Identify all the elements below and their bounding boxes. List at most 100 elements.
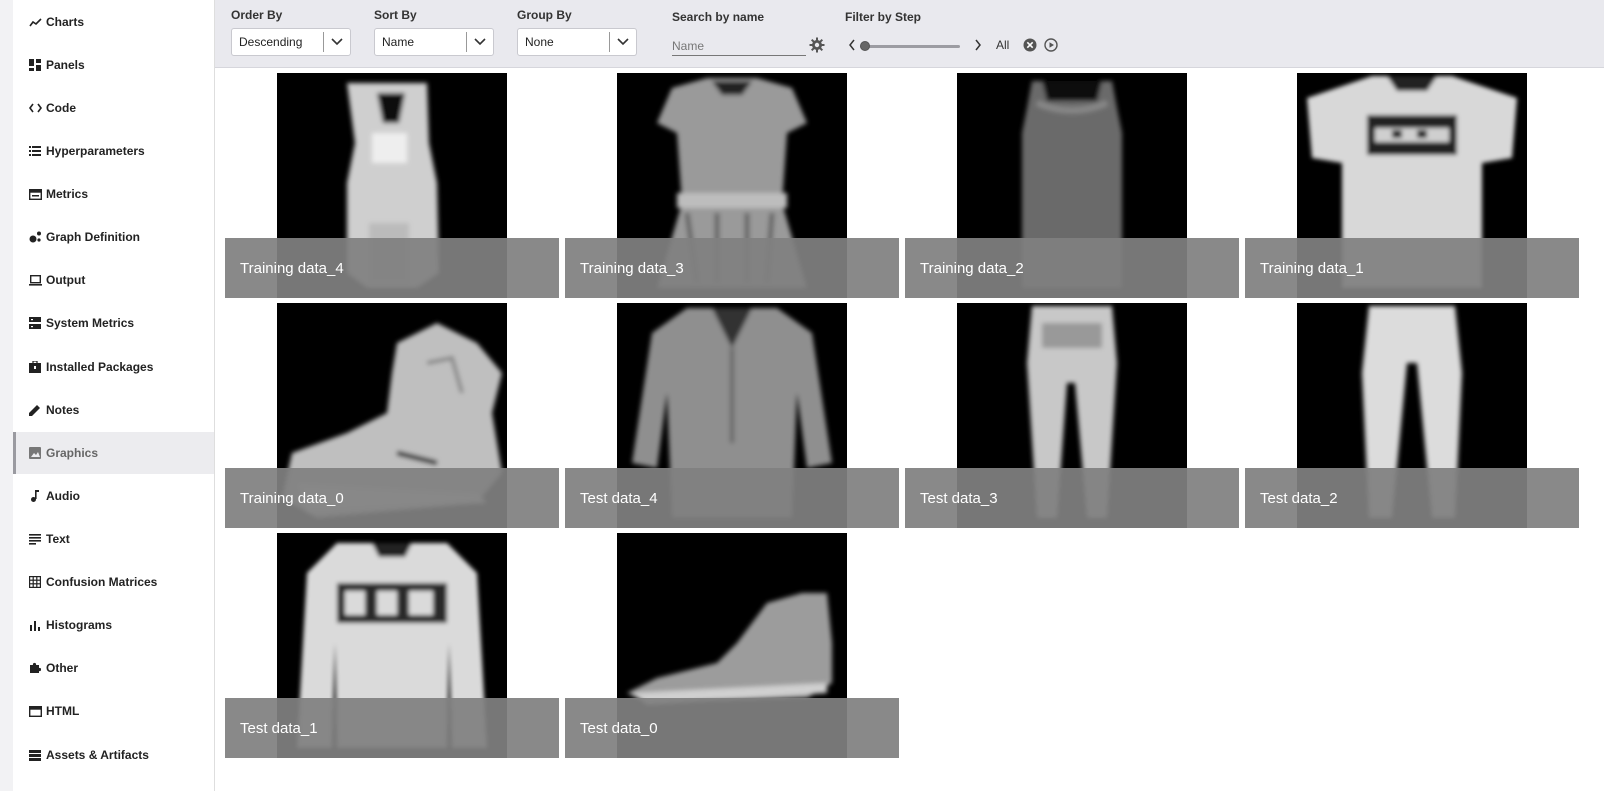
order-by-value: Descending bbox=[239, 35, 303, 49]
gear-icon[interactable] bbox=[809, 37, 825, 53]
image-caption: Training data_4 bbox=[225, 238, 559, 298]
left-edge-strip bbox=[0, 0, 13, 791]
sidebar-item-confusion-matrices[interactable]: Confusion Matrices bbox=[13, 561, 214, 603]
sidebar-item-label: Text bbox=[46, 532, 70, 546]
image-card[interactable]: Training data_2 bbox=[905, 73, 1239, 298]
group-by-select[interactable]: None bbox=[517, 28, 637, 56]
image-caption: Test data_3 bbox=[905, 468, 1239, 528]
sidebar-item-label: Metrics bbox=[46, 187, 89, 201]
sidebar-item-label: Assets & Artifacts bbox=[46, 748, 149, 762]
app-root: Charts Panels Code Hyperparameters Metri… bbox=[0, 0, 1604, 791]
sidebar-item-output[interactable]: Output bbox=[13, 259, 214, 301]
text-lines-icon bbox=[28, 532, 42, 546]
play-circle-icon[interactable] bbox=[1044, 38, 1058, 52]
image-card[interactable]: Test data_2 bbox=[1245, 303, 1579, 528]
sidebar-item-installed-packages[interactable]: Installed Packages bbox=[13, 346, 214, 388]
image-caption: Test data_1 bbox=[225, 698, 559, 758]
sort-by-select[interactable]: Name bbox=[374, 28, 494, 56]
music-note-icon bbox=[28, 489, 42, 503]
list-icon bbox=[28, 144, 42, 158]
sidebar-item-charts[interactable]: Charts bbox=[13, 1, 214, 43]
sidebar-item-histograms[interactable]: Histograms bbox=[13, 604, 214, 646]
line-chart-icon bbox=[28, 15, 42, 29]
filter-by-step-label: Filter by Step bbox=[845, 10, 922, 24]
sidebar-item-html[interactable]: HTML bbox=[13, 690, 214, 732]
sidebar-item-label: Other bbox=[46, 661, 79, 675]
chevron-down-icon bbox=[467, 29, 493, 55]
bar-chart-icon bbox=[28, 618, 42, 632]
group-by-value: None bbox=[525, 35, 554, 49]
step-filter-value: All bbox=[996, 38, 1010, 52]
sidebar-item-graphics[interactable]: Graphics bbox=[13, 432, 214, 474]
grid-table-icon bbox=[28, 575, 42, 589]
sidebar-item-label: Graph Definition bbox=[46, 230, 140, 244]
image-caption: Test data_2 bbox=[1245, 468, 1579, 528]
sidebar-item-system-metrics[interactable]: System Metrics bbox=[13, 302, 214, 344]
sidebar-item-label: Graphics bbox=[46, 446, 99, 460]
clear-circle-icon[interactable] bbox=[1023, 38, 1037, 52]
step-slider-thumb[interactable] bbox=[860, 41, 870, 51]
image-caption: Training data_0 bbox=[225, 468, 559, 528]
sidebar-item-label: Histograms bbox=[46, 618, 113, 632]
order-by-select[interactable]: Descending bbox=[231, 28, 351, 56]
step-slider-track[interactable] bbox=[860, 45, 960, 48]
server-icon bbox=[28, 316, 42, 330]
search-by-name-label: Search by name bbox=[672, 10, 765, 24]
image-card[interactable]: Test data_4 bbox=[565, 303, 899, 528]
gallery-toolbar: Order By Descending Sort By Name Group B… bbox=[215, 0, 1604, 68]
image-caption: Training data_2 bbox=[905, 238, 1239, 298]
chevron-down-icon bbox=[610, 29, 636, 55]
image-caption: Training data_1 bbox=[1245, 238, 1579, 298]
image-card[interactable]: Training data_0 bbox=[225, 303, 559, 528]
image-gallery: Training data_4 Training data_3 Training… bbox=[215, 68, 1604, 791]
image-card[interactable]: Test data_0 bbox=[565, 533, 899, 758]
sidebar-item-notes[interactable]: Notes bbox=[13, 389, 214, 431]
dashboard-icon bbox=[28, 58, 42, 72]
chevron-left-icon[interactable] bbox=[848, 38, 858, 51]
image-card[interactable]: Test data_1 bbox=[225, 533, 559, 758]
sidebar-item-label: System Metrics bbox=[46, 316, 135, 330]
sidebar-item-assets-artifacts[interactable]: Assets & Artifacts bbox=[13, 734, 214, 776]
sidebar-item-metrics[interactable]: Metrics bbox=[13, 173, 214, 215]
sidebar-item-graph-definition[interactable]: Graph Definition bbox=[13, 216, 214, 258]
sidebar-item-label: Hyperparameters bbox=[46, 144, 145, 158]
sidebar-item-panels[interactable]: Panels bbox=[13, 44, 214, 86]
stacked-list-icon bbox=[28, 748, 42, 762]
image-card[interactable]: Training data_1 bbox=[1245, 73, 1579, 298]
sidebar-item-label: Charts bbox=[46, 15, 85, 29]
order-by-label: Order By bbox=[231, 8, 283, 22]
metrics-card-icon bbox=[28, 187, 42, 201]
sidebar-item-label: Notes bbox=[46, 403, 80, 417]
chevron-down-icon bbox=[324, 29, 350, 55]
sidebar-item-label: Panels bbox=[46, 58, 85, 72]
search-input[interactable] bbox=[672, 37, 806, 56]
sidebar-item-label: Output bbox=[46, 273, 86, 287]
image-card[interactable]: Training data_4 bbox=[225, 73, 559, 298]
sort-by-value: Name bbox=[382, 35, 415, 49]
pencil-icon bbox=[28, 403, 42, 417]
sidebar-item-text[interactable]: Text bbox=[13, 518, 214, 560]
sidebar-item-hyperparameters[interactable]: Hyperparameters bbox=[13, 130, 214, 172]
sidebar: Charts Panels Code Hyperparameters Metri… bbox=[13, 0, 215, 791]
package-icon bbox=[28, 360, 42, 374]
chevron-right-icon[interactable] bbox=[974, 38, 984, 51]
image-caption: Test data_0 bbox=[565, 698, 899, 758]
sidebar-item-label: Audio bbox=[46, 489, 80, 503]
laptop-icon bbox=[28, 273, 42, 287]
image-caption: Training data_3 bbox=[565, 238, 899, 298]
sidebar-item-label: Confusion Matrices bbox=[46, 575, 158, 589]
puzzle-icon bbox=[28, 661, 42, 675]
image-card[interactable]: Test data_3 bbox=[905, 303, 1239, 528]
group-by-label: Group By bbox=[517, 8, 572, 22]
sidebar-item-label: HTML bbox=[46, 704, 80, 718]
browser-window-icon bbox=[28, 704, 42, 718]
code-brackets-icon bbox=[28, 101, 42, 115]
image-caption: Test data_4 bbox=[565, 468, 899, 528]
image-icon bbox=[28, 446, 42, 460]
sidebar-item-audio[interactable]: Audio bbox=[13, 475, 214, 517]
graph-nodes-icon bbox=[28, 230, 42, 244]
sidebar-item-other[interactable]: Other bbox=[13, 647, 214, 689]
sort-by-label: Sort By bbox=[374, 8, 417, 22]
sidebar-item-code[interactable]: Code bbox=[13, 87, 214, 129]
image-card[interactable]: Training data_3 bbox=[565, 73, 899, 298]
